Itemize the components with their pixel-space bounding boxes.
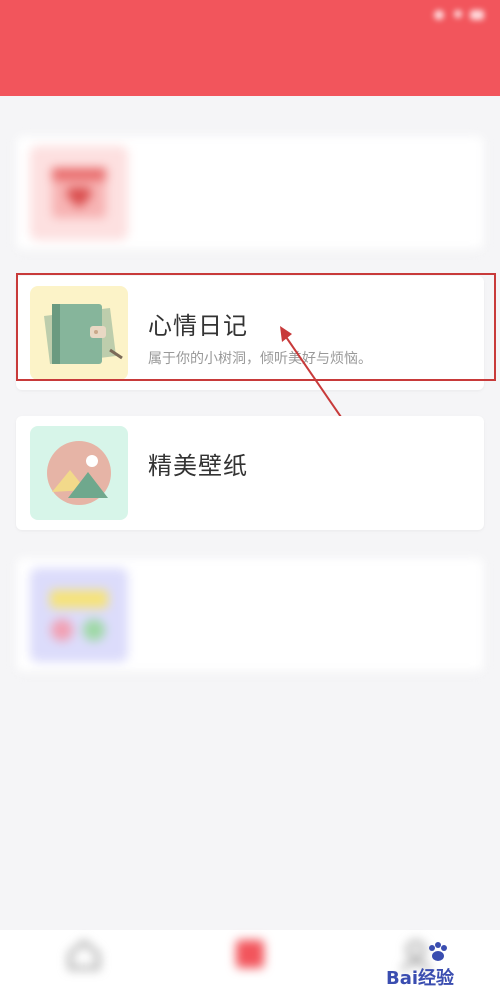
watermark-text: Bai经验 (386, 968, 455, 989)
card-widgets[interactable] (16, 558, 484, 672)
nav-tools[interactable] (210, 930, 290, 1000)
paw-icon (429, 942, 447, 961)
nav-home[interactable] (44, 930, 124, 1000)
card-title: 精美壁纸 (148, 452, 248, 480)
baidu-watermark: Bai经验 (386, 940, 476, 996)
widgets-icon (30, 568, 128, 662)
landscape-picture-icon (30, 426, 128, 520)
card-wallpaper[interactable]: 精美壁纸 (16, 416, 484, 530)
grid-icon (232, 938, 268, 972)
home-icon (66, 938, 102, 972)
